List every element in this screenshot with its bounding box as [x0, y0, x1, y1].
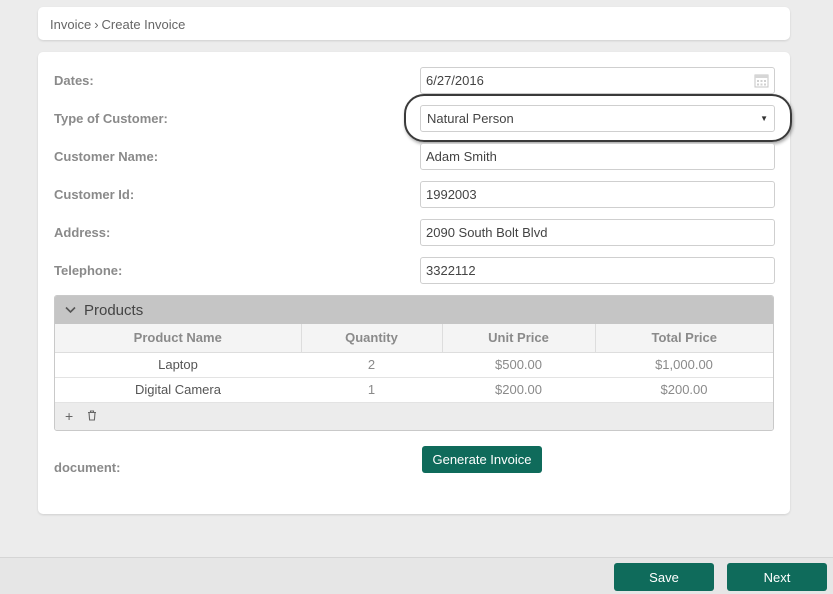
- column-header[interactable]: Total Price: [595, 324, 773, 353]
- invoice-form: Dates: 6/27/2016 Type of Customer: Natur…: [38, 52, 792, 514]
- breadcrumb-current: Create Invoice: [101, 17, 186, 32]
- trash-icon[interactable]: [87, 408, 97, 424]
- products-table: Product Name Quantity Unit Price Total P…: [55, 324, 773, 403]
- dates-value: 6/27/2016: [426, 73, 484, 88]
- table-cell: $1,000.00: [595, 352, 773, 378]
- address-input[interactable]: [420, 219, 775, 246]
- table-cell: Laptop: [55, 352, 301, 378]
- table-header-row: Product Name Quantity Unit Price Total P…: [55, 324, 773, 353]
- table-cell: $200.00: [442, 377, 595, 403]
- products-title: Products: [84, 301, 144, 319]
- generate-invoice-button[interactable]: Generate Invoice: [422, 446, 542, 473]
- telephone-input[interactable]: [420, 257, 775, 284]
- address-label: Address:: [54, 225, 111, 240]
- breadcrumb: Invoice › Create Invoice: [38, 7, 790, 40]
- table-row[interactable]: Digital Camera 1 $200.00 $200.00: [55, 377, 773, 403]
- next-button[interactable]: Next: [727, 563, 827, 591]
- products-panel: Products Product Name Quantity Unit Pric…: [54, 295, 774, 431]
- table-cell: Digital Camera: [55, 377, 301, 403]
- breadcrumb-parent[interactable]: Invoice: [50, 17, 91, 32]
- dates-field[interactable]: 6/27/2016: [420, 67, 775, 94]
- breadcrumb-separator: ›: [94, 17, 99, 32]
- save-button[interactable]: Save: [614, 563, 714, 591]
- column-header[interactable]: Product Name: [55, 324, 302, 353]
- column-header[interactable]: Unit Price: [442, 324, 596, 353]
- customer-type-select[interactable]: Natural Person ▼: [420, 105, 775, 132]
- customer-id-input[interactable]: [420, 181, 775, 208]
- customer-type-value: Natural Person: [427, 111, 514, 126]
- table-cell: $200.00: [595, 377, 773, 403]
- telephone-label: Telephone:: [54, 263, 123, 278]
- chevron-down-icon[interactable]: [65, 306, 76, 314]
- bottom-action-bar: Save Next: [0, 557, 833, 594]
- products-header[interactable]: Products: [55, 296, 773, 324]
- add-row-icon[interactable]: +: [65, 408, 73, 424]
- table-cell: $500.00: [442, 352, 595, 378]
- table-cell: 1: [301, 377, 442, 403]
- customer-name-label: Customer Name:: [54, 149, 159, 164]
- customer-type-label: Type of Customer:: [54, 111, 168, 126]
- column-header[interactable]: Quantity: [301, 324, 443, 353]
- dates-label: Dates:: [54, 73, 94, 88]
- customer-name-input[interactable]: [420, 143, 775, 170]
- table-row[interactable]: Laptop 2 $500.00 $1,000.00: [55, 352, 773, 378]
- document-label: document:: [54, 460, 121, 475]
- customer-id-label: Customer Id:: [54, 187, 135, 202]
- table-cell: 2: [301, 352, 442, 378]
- caret-down-icon: ▼: [760, 114, 768, 123]
- calendar-icon[interactable]: [754, 73, 769, 88]
- products-toolbar: +: [55, 402, 773, 430]
